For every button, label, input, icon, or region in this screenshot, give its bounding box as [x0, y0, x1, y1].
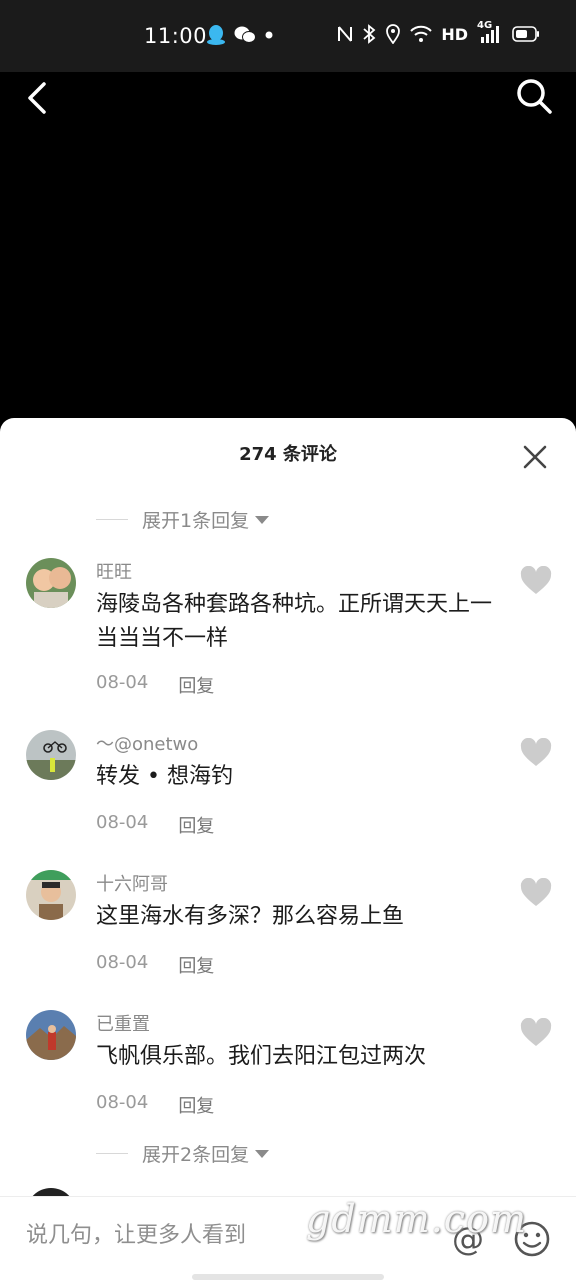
comment-text: 海陵岛各种套路各种坑。正所谓天天上一当当当不一样 — [96, 592, 493, 651]
comment-author[interactable]: 已重置 — [96, 1010, 150, 1036]
nfc-icon — [338, 26, 353, 42]
qq-icon — [207, 25, 225, 45]
comment-item: 十六阿哥 这里海水有多深？那么容易上鱼 08-04 回复 — [0, 870, 576, 1010]
battery-icon — [512, 26, 539, 42]
expand-replies-button[interactable]: 展开1条回复 — [96, 506, 270, 533]
comments-count-title: 274 条评论 — [239, 444, 337, 465]
reply-button[interactable]: 回复 — [178, 672, 214, 698]
comment-input-bar: @ gdmm.com — [0, 1196, 576, 1280]
signal-4g-icon: 4G — [477, 20, 503, 44]
comment-date: 08-04 — [96, 672, 149, 693]
search-icon — [517, 79, 552, 114]
comment-date: 08-04 — [96, 812, 149, 833]
status-bar: 11:00 HD 4G — [0, 0, 576, 72]
expand-replies-button[interactable]: 展开2条回复 — [96, 1140, 270, 1167]
comment-item: 旺旺 海陵岛各种套路各种坑。正所谓天天上一当当当不一样 08-04 回复 — [0, 558, 576, 698]
comments-sheet: 274 条评论 展开1条回复 旺旺 海陵岛各种套路各种坑。正所谓天天上一当当当不… — [0, 418, 576, 1280]
hd-badge: HD — [441, 24, 468, 44]
status-time: 11:00 — [144, 24, 208, 48]
like-button[interactable] — [520, 565, 556, 598]
wifi-icon — [410, 25, 433, 42]
home-indicator[interactable] — [192, 1274, 384, 1280]
like-button[interactable] — [520, 1017, 556, 1050]
like-button[interactable] — [520, 737, 556, 770]
avatar[interactable] — [26, 1010, 76, 1060]
close-button[interactable] — [520, 442, 550, 472]
back-button[interactable] — [20, 78, 60, 118]
search-button[interactable] — [514, 76, 554, 116]
like-button[interactable] — [520, 877, 556, 910]
triangle-down-icon — [255, 1149, 270, 1158]
comment-date: 08-04 — [96, 952, 149, 973]
dot-icon — [265, 31, 273, 39]
chevron-left-icon — [28, 82, 46, 114]
reply-button[interactable]: 回复 — [178, 1092, 214, 1118]
watermark-text: gdmm.com — [306, 1197, 527, 1241]
comment-text: 转发 • 想海钓 — [96, 764, 233, 789]
comment-date: 08-04 — [96, 1092, 149, 1113]
expand-replies-label: 展开1条回复 — [142, 510, 250, 532]
bluetooth-icon — [363, 24, 376, 44]
reply-button[interactable]: 回复 — [178, 952, 214, 978]
comment-author[interactable]: 旺旺 — [96, 558, 132, 584]
location-icon — [386, 24, 401, 44]
heart-icon — [520, 877, 552, 906]
avatar[interactable] — [26, 730, 76, 780]
comment-text: 这里海水有多深？那么容易上鱼 — [96, 904, 405, 929]
comment-author[interactable]: ～@onetwo — [96, 730, 198, 756]
expand-replies-label: 展开2条回复 — [142, 1144, 250, 1166]
comment-text: 飞帆俱乐部。我们去阳江包过两次 — [96, 1044, 427, 1069]
close-icon — [523, 445, 547, 469]
comment-author[interactable]: 十六阿哥 — [96, 870, 168, 896]
triangle-down-icon — [255, 515, 270, 524]
video-player[interactable] — [0, 72, 576, 422]
heart-icon — [520, 565, 552, 594]
comment-item: ～@onetwo 转发 • 想海钓 08-04 回复 — [0, 730, 576, 870]
reply-button[interactable]: 回复 — [178, 812, 214, 838]
heart-icon — [520, 1017, 552, 1046]
avatar[interactable] — [26, 558, 76, 608]
avatar[interactable] — [26, 870, 76, 920]
comment-item: 已重置 飞帆俱乐部。我们去阳江包过两次 08-04 回复 — [0, 1010, 576, 1150]
wechat-icon — [234, 26, 256, 43]
heart-icon — [520, 737, 552, 766]
